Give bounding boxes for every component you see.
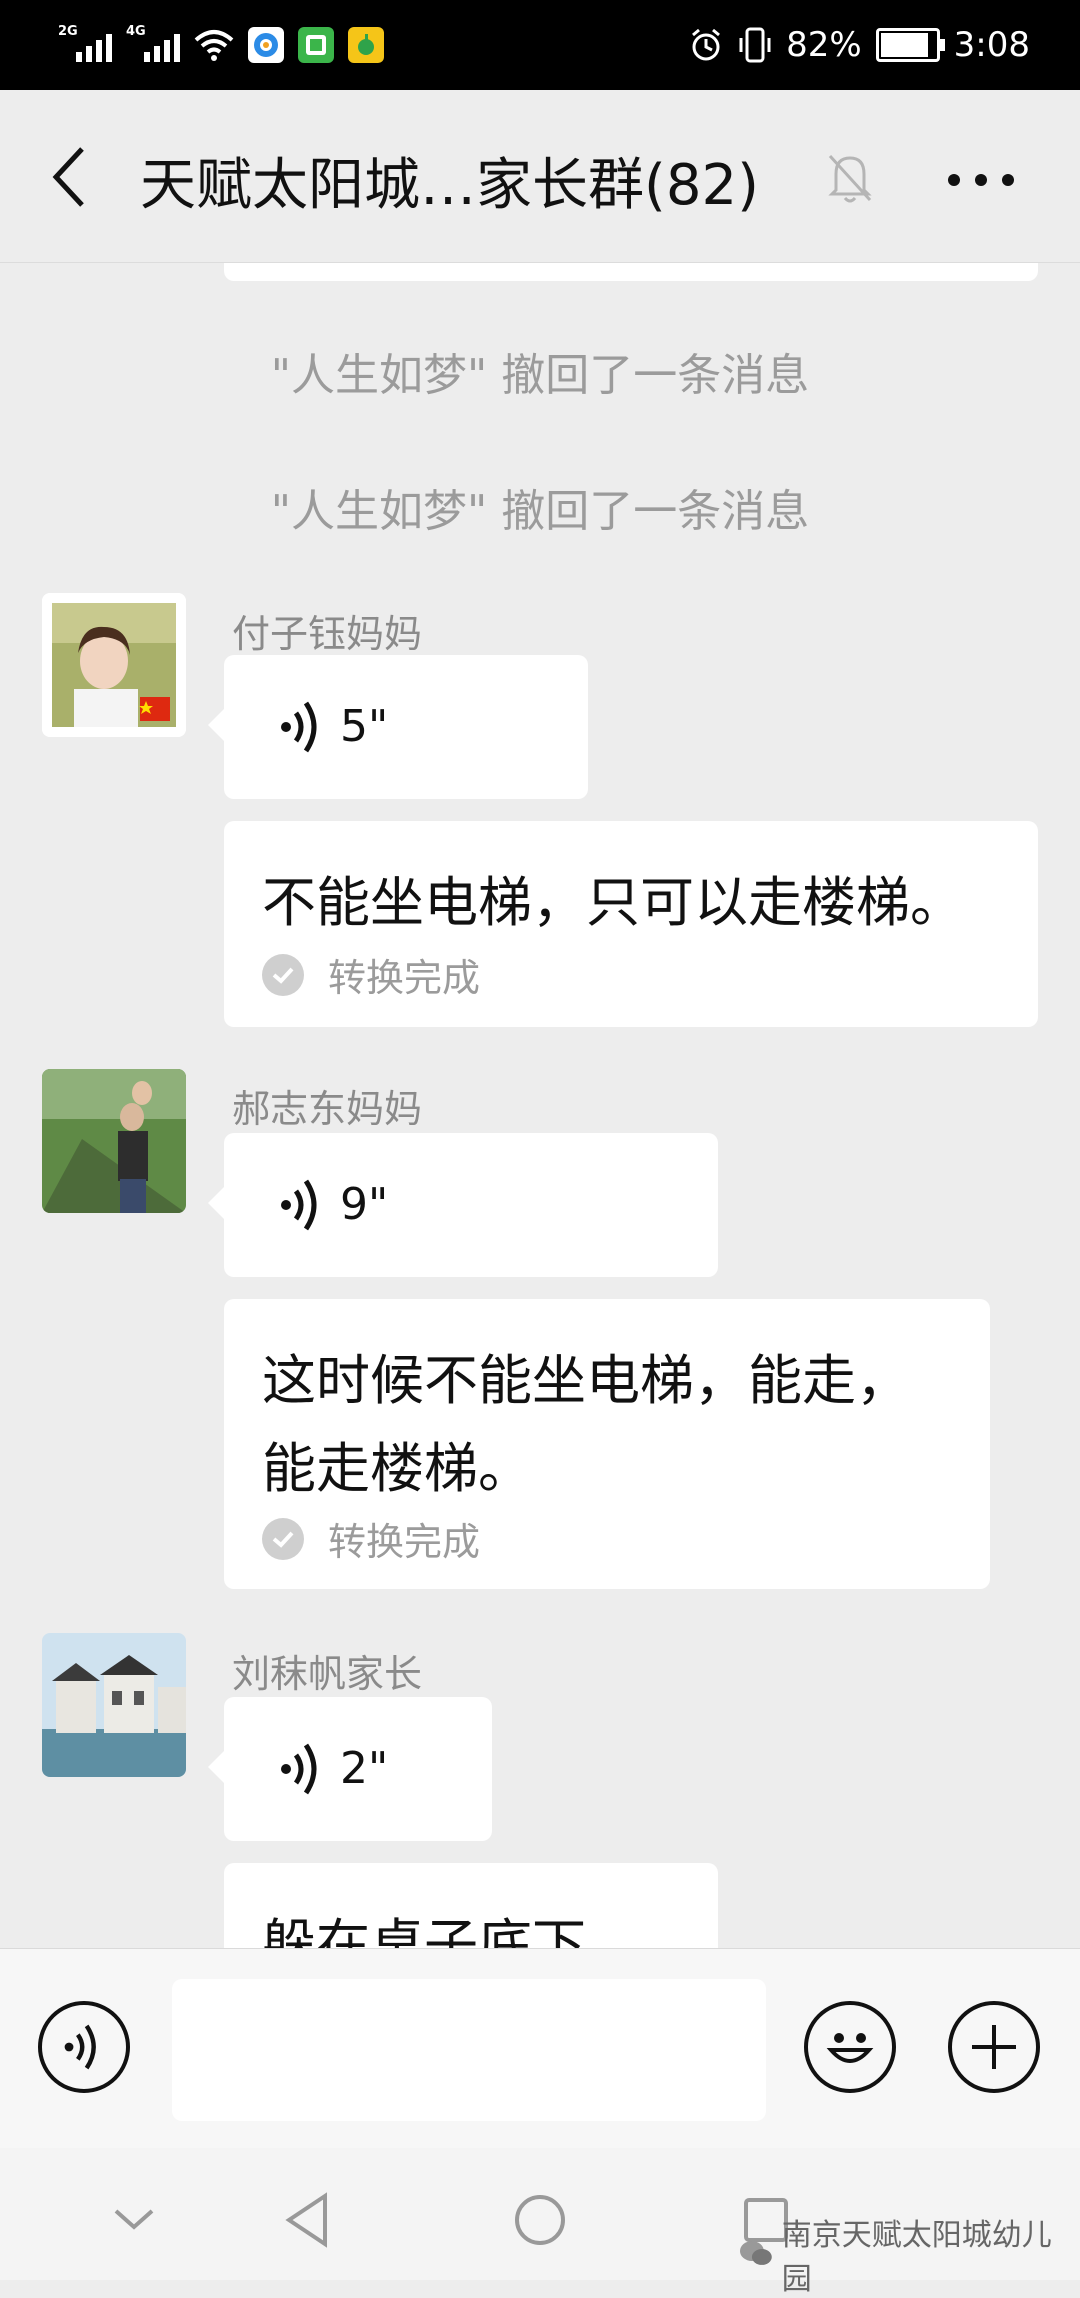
alarm-icon [692,28,721,61]
voice-input-button[interactable] [38,2001,130,2093]
plus-icon [972,2025,1016,2069]
system-nav-bar: 南京天赋太阳城幼儿园 [0,2148,1080,2297]
transcript-status: 转换完成 [262,947,480,1002]
voice-duration: 9" [340,1179,389,1230]
network-label: 4G [126,24,146,39]
status-left: 2G 4G [58,22,384,68]
more-button[interactable] [936,150,1026,210]
voice-wave-icon [281,1743,317,1795]
check-circle-icon [262,953,304,996]
qq-browser-icon [248,27,284,63]
voice-wave-icon [281,701,317,753]
nav-back-button[interactable] [272,2184,344,2256]
status-right: 82% 3:08 [688,22,1030,68]
signal-2g-icon: 2G [58,24,112,62]
back-triangle-icon [285,2192,327,2248]
voice-transcript[interactable]: 不能坐电梯，只可以走楼梯。 转换完成 [224,821,1038,1027]
wifi-icon [194,30,234,61]
voice-message[interactable]: 9" [208,1133,718,1277]
music-icon [348,27,384,63]
input-bar [0,1948,1080,2149]
vibrate-icon [739,27,771,63]
bell-off-icon [828,154,872,203]
avatar[interactable] [42,1633,186,1777]
watermark-text: 南京天赋太阳城幼儿园 [781,2218,1052,2297]
sender-name: 付子钰妈妈 [232,612,423,656]
voice-transcript[interactable]: 这时候不能坐电梯，能走，能走楼梯。 转换完成 [224,1299,990,1589]
voice-message[interactable]: 2" [208,1697,492,1841]
battery-icon [875,28,945,62]
voice-wave-icon [281,1179,317,1231]
transcript-text: 躲在桌子底下。 [262,1913,640,1948]
plus-button[interactable] [948,2001,1040,2093]
battery-percent: 82% [786,25,862,65]
app-green-icon [298,27,334,63]
avatar[interactable] [42,1069,186,1213]
transcript-text: 这时候不能坐电梯，能走，能走楼梯。 [262,1349,910,1500]
voice-duration: 2" [340,1743,389,1794]
sender-name: 郝志东妈妈 [232,1087,423,1131]
nav-home-button[interactable] [504,2184,576,2256]
voice-message[interactable]: 5" [208,655,588,799]
recall-notice: "人生如梦" 撤回了一条消息 [270,486,810,537]
avatar-photo [42,1069,186,1213]
status-label: 转换完成 [328,1520,481,1564]
partial-message-bubble[interactable] [224,263,1038,281]
chevron-down-icon [114,2209,154,2230]
home-circle-icon [515,2195,565,2245]
chat-header: 天赋太阳城…家长群(82) [0,90,1080,263]
check-circle-icon [262,1517,304,1560]
watermark: 南京天赋太阳城幼儿园 [738,2210,1080,2298]
sender-name: 刘秣帆家长 [232,1652,423,1696]
chevron-left-icon [52,147,84,207]
voice-duration: 5" [340,701,389,752]
avatar-photo [42,593,186,737]
chat-area[interactable]: "人生如梦" 撤回了一条消息 "人生如梦" 撤回了一条消息 付子钰妈妈 5" 不… [0,263,1080,1948]
more-dots-icon [948,174,1014,186]
network-label: 2G [58,24,78,39]
back-button[interactable] [40,142,100,212]
chat-title: 天赋太阳城…家长群(82) [140,153,759,218]
avatar-photo [42,1633,186,1777]
message-input[interactable] [172,1979,766,2121]
status-label: 转换完成 [328,956,481,1000]
voice-transcript[interactable]: 躲在桌子底下。 [224,1863,718,1948]
voice-input-icon [64,2024,96,2070]
recall-notice: "人生如梦" 撤回了一条消息 [270,350,810,401]
mute-button[interactable] [822,148,878,208]
hide-nav-button[interactable] [98,2184,170,2256]
emoji-icon [826,2033,874,2063]
signal-4g-icon: 4G [126,24,180,62]
wechat-logo-icon [739,2241,772,2265]
emoji-button[interactable] [804,2001,896,2093]
status-bar: 2G 4G 82% 3:08 [0,0,1080,90]
transcript-status: 转换完成 [262,1511,480,1566]
transcript-text: 不能坐电梯，只可以走楼梯。 [262,871,964,934]
avatar[interactable] [42,593,186,737]
clock: 3:08 [953,25,1030,65]
